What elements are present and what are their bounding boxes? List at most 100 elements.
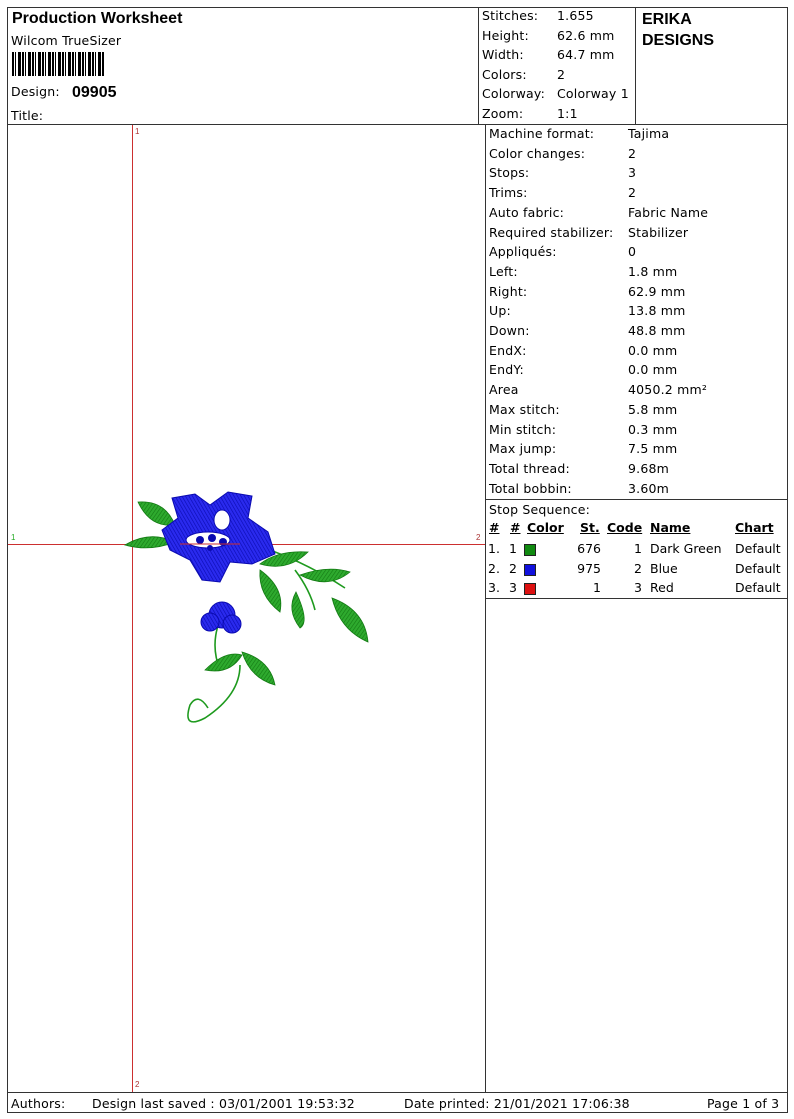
detail-row: Total thread: 9.68m	[489, 460, 669, 476]
summary-label: Colors:	[482, 66, 527, 82]
detail-row: Stops: 3	[489, 165, 636, 181]
stop-chart-cell: Default	[735, 541, 781, 556]
detail-value: 3	[628, 165, 637, 181]
color-swatch	[524, 544, 536, 556]
summary-label: Height:	[482, 27, 529, 43]
detail-row: Auto fabric: Fabric Name	[489, 204, 708, 220]
stop-name-cell: Red	[650, 580, 674, 596]
detail-label: Right:	[489, 283, 528, 299]
detail-row: Trims: 2	[489, 185, 636, 201]
summary-value: Colorway 1	[557, 86, 629, 102]
summary-row: Colorway: Colorway 1	[482, 86, 629, 102]
detail-label: Required stabilizer:	[489, 224, 614, 240]
detail-value: 9.68m	[628, 460, 670, 476]
axis-tick-left: 1	[11, 533, 16, 542]
detail-value: 13.8 mm	[628, 303, 686, 319]
detail-label: Up:	[489, 303, 511, 319]
stop-seq-cell: 1.	[488, 541, 500, 556]
detail-value: 5.8 mm	[628, 401, 678, 417]
header-divider-left	[478, 7, 479, 124]
summary-label: Stitches:	[482, 8, 539, 23]
detail-value: 3.60m	[628, 480, 670, 496]
detail-label: Color changes:	[489, 145, 586, 161]
stop-chart-cell: Default	[735, 560, 781, 576]
col-header-code: Code	[607, 520, 643, 535]
summary-row: Height: 62.6 mm	[482, 27, 614, 43]
footer-divider	[7, 1092, 788, 1093]
detail-label: Trims:	[489, 185, 528, 201]
col-header-stitches: St.	[580, 520, 600, 535]
detail-row: Max jump: 7.5 mm	[489, 441, 677, 456]
stop-code-cell: 2	[634, 560, 642, 576]
stop-name-cell: Dark Green	[650, 541, 722, 556]
detail-label: EndX:	[489, 342, 527, 358]
col-header-color: Color	[527, 520, 564, 535]
company-name-line2: DESIGNS	[642, 32, 715, 49]
col-header-num: #	[510, 520, 521, 535]
last-saved-text: Design last saved : 03/01/2001 19:53:32	[92, 1096, 355, 1111]
stop-stitches-cell: 975	[577, 560, 601, 576]
summary-value: 1:1	[557, 106, 578, 121]
summary-row: Colors: 2	[482, 66, 565, 82]
embroidery-design-preview	[123, 491, 369, 723]
axis-tick-bottom: 2	[135, 1080, 140, 1089]
detail-row: Required stabilizer: Stabilizer	[489, 224, 688, 240]
detail-label: EndY:	[489, 362, 524, 378]
detail-row: Area 4050.2 mm²	[489, 382, 707, 397]
detail-label: Left:	[489, 263, 518, 279]
col-header-chart: Chart	[735, 520, 774, 535]
stop-sequence-divider	[485, 598, 788, 599]
summary-row: Width: 64.7 mm	[482, 47, 614, 63]
header-divider-right	[635, 7, 636, 124]
detail-label: Machine format:	[489, 126, 595, 141]
detail-value: 0.3 mm	[628, 421, 678, 437]
axis-tick-top: 1	[135, 127, 140, 136]
detail-value: 2	[628, 185, 637, 201]
summary-label: Width:	[482, 47, 524, 63]
detail-label: Auto fabric:	[489, 204, 565, 220]
company-name-line1: ERIKA	[642, 11, 692, 28]
detail-row: Down: 48.8 mm	[489, 323, 685, 338]
stop-num-cell: 1	[509, 541, 517, 556]
detail-row: Machine format: Tajima	[489, 126, 669, 141]
detail-value: Tajima	[628, 126, 670, 141]
summary-label: Colorway:	[482, 86, 546, 102]
detail-label: Max stitch:	[489, 401, 560, 417]
detail-value: 4050.2 mm²	[628, 382, 708, 398]
stop-name-cell: Blue	[650, 560, 678, 576]
stop-stitches-cell: 676	[577, 541, 601, 556]
detail-value: 7.5 mm	[628, 441, 678, 457]
design-number: 09905	[72, 84, 117, 101]
axis-tick-right: 2	[476, 533, 481, 542]
detail-label: Stops:	[489, 165, 530, 181]
detail-value: 48.8 mm	[628, 323, 686, 338]
detail-row: Max stitch: 5.8 mm	[489, 401, 677, 417]
stop-num-cell: 2	[509, 560, 517, 576]
page-number: Page 1 of 3	[707, 1096, 780, 1111]
title-label: Title:	[11, 108, 44, 123]
date-printed-text: Date printed: 21/01/2021 17:06:38	[404, 1096, 630, 1111]
stop-num-cell: 3	[509, 580, 517, 596]
detail-row: Up: 13.8 mm	[489, 303, 685, 319]
summary-value: 62.6 mm	[557, 27, 615, 43]
stop-seq-cell: 3.	[488, 580, 500, 596]
detail-label: Total thread:	[489, 460, 570, 476]
barcode-image	[12, 52, 104, 76]
header-divider	[7, 124, 788, 125]
detail-value: Stabilizer	[628, 224, 689, 240]
detail-row: EndX: 0.0 mm	[489, 342, 677, 358]
detail-value: 1.8 mm	[628, 263, 678, 279]
detail-row: EndY: 0.0 mm	[489, 362, 677, 378]
detail-value: 2	[628, 145, 637, 161]
detail-value: 0.0 mm	[628, 362, 678, 378]
stop-stitches-cell: 1	[593, 580, 601, 596]
stop-seq-cell: 2.	[488, 560, 500, 576]
authors-label: Authors:	[11, 1096, 66, 1111]
detail-row: Left: 1.8 mm	[489, 263, 677, 279]
detail-row: Appliqués: 0	[489, 244, 636, 259]
detail-row: Color changes: 2	[489, 145, 636, 161]
color-swatch	[524, 563, 536, 576]
stop-sequence-title: Stop Sequence:	[489, 502, 591, 517]
detail-row: Min stitch: 0.3 mm	[489, 422, 677, 437]
detail-label: Down:	[489, 323, 530, 338]
